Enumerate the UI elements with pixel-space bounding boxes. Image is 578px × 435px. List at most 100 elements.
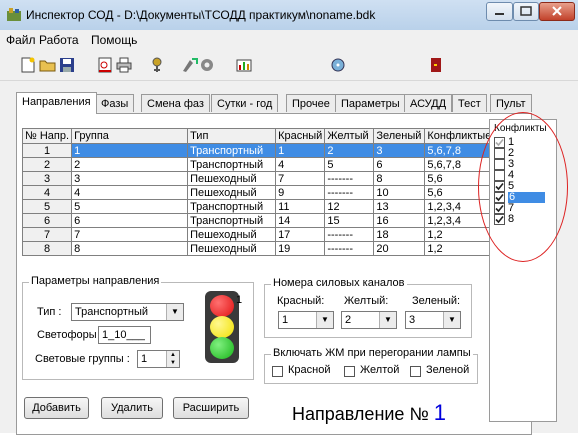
table-cell[interactable]: 5	[324, 157, 375, 172]
table-cell[interactable]: 1	[71, 143, 189, 158]
conflict-checkbox[interactable]	[494, 137, 505, 148]
table-cell[interactable]: 13	[373, 199, 426, 214]
conflicts-list[interactable]: Конфликты 12345678	[489, 119, 557, 422]
col-header-yellow[interactable]: Желтый	[324, 128, 375, 144]
row-number-cell[interactable]: 5	[21, 199, 73, 214]
table-cell[interactable]: -------	[324, 241, 375, 256]
table-cell[interactable]: Транспортный	[187, 213, 277, 228]
expand-button[interactable]: Расширить	[173, 397, 249, 419]
row-number-cell[interactable]: 1	[21, 143, 73, 158]
conflict-item[interactable]: 7	[494, 203, 554, 214]
table-cell[interactable]: 15	[324, 213, 375, 228]
table-cell[interactable]: 4	[275, 157, 326, 172]
menu-work[interactable]: Работа	[39, 33, 79, 47]
table-cell[interactable]: 3	[373, 143, 426, 158]
table-cell[interactable]: 5	[71, 199, 189, 214]
table-cell[interactable]: 5,6	[424, 171, 493, 186]
table-cell[interactable]: 19	[275, 241, 326, 256]
settings-icon[interactable]	[181, 57, 199, 73]
chevron-down-icon[interactable]: ▼	[443, 312, 460, 328]
table-cell[interactable]: 8	[71, 241, 189, 256]
conflict-checkbox[interactable]	[494, 214, 505, 225]
table-cell[interactable]: Пешеходный	[187, 185, 277, 200]
table-cell[interactable]: 1,2	[424, 241, 493, 256]
table-cell[interactable]: 10	[373, 185, 426, 200]
table-cell[interactable]: Пешеходный	[187, 227, 277, 242]
conflict-item[interactable]: 3	[494, 159, 554, 170]
table-cell[interactable]: 1,2,3,4	[424, 199, 493, 214]
yellow-channel-select[interactable]: 2 ▼	[341, 311, 397, 329]
conflict-item[interactable]: 6	[494, 192, 554, 203]
add-button[interactable]: Добавить	[24, 397, 89, 419]
type-select[interactable]: Транспортный ▼	[71, 303, 184, 321]
tab-remote[interactable]: Пульт	[490, 94, 532, 112]
table-cell[interactable]: 3	[71, 171, 189, 186]
table-cell[interactable]: 1,2	[424, 227, 493, 242]
table-cell[interactable]: 12	[324, 199, 375, 214]
chart-icon[interactable]	[235, 57, 253, 73]
table-cell[interactable]: Пешеходный	[187, 241, 277, 256]
table-cell[interactable]: Пешеходный	[187, 171, 277, 186]
conflict-item[interactable]: 4	[494, 170, 554, 181]
table-cell[interactable]: 1	[275, 143, 326, 158]
table-row[interactable]: 3 3 Пешеходный 7 ------- 8 5,6	[21, 171, 493, 186]
yellow-lamp-checkbox[interactable]	[344, 366, 355, 377]
tab-parameters[interactable]: Параметры	[335, 94, 406, 112]
table-cell[interactable]: 7	[71, 227, 189, 242]
tab-asudd[interactable]: АСУДД	[404, 94, 453, 112]
table-row[interactable]: 4 4 Пешеходный 9 ------- 10 5,6	[21, 185, 493, 200]
table-cell[interactable]: Транспортный	[187, 199, 277, 214]
table-row[interactable]: 7 7 Пешеходный 17 ------- 18 1,2	[21, 227, 493, 242]
row-number-cell[interactable]: 3	[21, 171, 73, 186]
table-cell[interactable]: -------	[324, 185, 375, 200]
delete-button[interactable]: Удалить	[101, 397, 163, 419]
directions-table[interactable]: № Напр. Группа Тип Красный Желтый Зелены…	[21, 128, 493, 256]
exit-icon[interactable]	[427, 57, 445, 73]
row-number-cell[interactable]: 6	[21, 213, 73, 228]
col-header-red[interactable]: Красный	[275, 128, 326, 144]
chevron-down-icon[interactable]: ▼	[316, 312, 333, 328]
table-cell[interactable]: 11	[275, 199, 326, 214]
table-row[interactable]: 2 2 Транспортный 4 5 6 5,6,7,8	[21, 157, 493, 172]
table-row[interactable]: 5 5 Транспортный 11 12 13 1,2,3,4	[21, 199, 493, 214]
green-channel-select[interactable]: 3 ▼	[405, 311, 461, 329]
conflict-item[interactable]: 5	[494, 181, 554, 192]
lights-field[interactable]: 1_10___	[98, 326, 151, 344]
col-header-green[interactable]: Зеленый	[373, 128, 426, 144]
col-header-type[interactable]: Тип	[187, 128, 277, 144]
table-cell[interactable]: 6	[71, 213, 189, 228]
table-cell[interactable]: Транспортный	[187, 157, 277, 172]
table-row[interactable]: 6 6 Транспортный 14 15 16 1,2,3,4	[21, 213, 493, 228]
table-cell[interactable]: 16	[373, 213, 426, 228]
open-icon[interactable]	[39, 57, 57, 73]
table-row[interactable]: 8 8 Пешеходный 19 ------- 20 1,2	[21, 241, 493, 256]
col-header-number[interactable]: № Напр.	[21, 128, 73, 144]
chevron-down-icon[interactable]: ▼	[379, 312, 396, 328]
col-header-conflicts[interactable]: Конфликтые	[424, 128, 493, 144]
table-cell[interactable]: 6	[373, 157, 426, 172]
row-number-cell[interactable]: 7	[21, 227, 73, 242]
green-lamp-checkbox[interactable]	[410, 366, 421, 377]
spin-arrows-icon[interactable]: ▲ ▼	[166, 351, 179, 367]
table-row[interactable]: 1 1 Транспортный 1 2 3 5,6,7,8	[21, 143, 493, 158]
table-cell[interactable]: 2	[71, 157, 189, 172]
new-icon[interactable]	[19, 57, 37, 73]
conflict-checkbox[interactable]	[494, 170, 505, 181]
table-cell[interactable]: 5,6	[424, 185, 493, 200]
tab-test[interactable]: Тест	[452, 94, 487, 112]
table-cell[interactable]: 20	[373, 241, 426, 256]
table-cell[interactable]: 17	[275, 227, 326, 242]
table-cell[interactable]: 2	[324, 143, 375, 158]
table-cell[interactable]: 7	[275, 171, 326, 186]
tab-phases[interactable]: Фазы	[95, 94, 135, 112]
conflict-checkbox[interactable]	[494, 148, 505, 159]
gear-icon[interactable]	[198, 57, 216, 73]
table-cell[interactable]: 18	[373, 227, 426, 242]
table-cell[interactable]: 5,6,7,8	[424, 157, 493, 172]
close-button[interactable]	[539, 2, 575, 21]
red-channel-select[interactable]: 1 ▼	[278, 311, 334, 329]
preview-icon[interactable]	[96, 57, 114, 73]
table-cell[interactable]: -------	[324, 227, 375, 242]
chevron-down-icon[interactable]: ▼	[166, 304, 183, 320]
red-lamp-checkbox[interactable]	[272, 366, 283, 377]
